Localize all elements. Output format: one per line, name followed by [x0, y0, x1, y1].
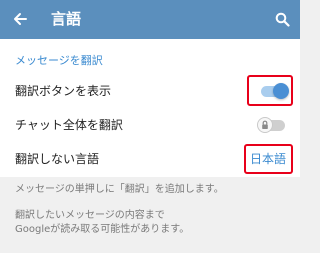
row-label: チャット全体を翻訳: [15, 118, 123, 132]
section-header: メッセージを翻訳: [15, 54, 103, 67]
footer-note-line: Googleが読み取る可能性があります。: [15, 224, 190, 235]
page-title: 言語: [51, 10, 82, 28]
show-translate-button-row[interactable]: 翻訳ボタンを表示: [0, 74, 300, 107]
row-label: 翻訳ボタンを表示: [15, 84, 112, 98]
back-button[interactable]: [9, 8, 31, 30]
arrow-left-icon: [14, 13, 27, 25]
footer-note-line: 翻訳したいメッセージの内容まで: [15, 210, 165, 221]
highlight-box: [247, 75, 293, 106]
toggle-thumb: [257, 117, 273, 133]
settings-card: メッセージを翻訳 翻訳ボタンを表示 チャット全体を翻訳 翻訳しない言語 日本語: [0, 39, 300, 177]
translate-entire-chat-row[interactable]: チャット全体を翻訳: [0, 108, 300, 141]
translate-chat-toggle[interactable]: [257, 116, 287, 134]
do-not-translate-language-row[interactable]: 翻訳しない言語 日本語: [0, 142, 300, 175]
search-button[interactable]: [271, 8, 293, 30]
app-bar: 言語: [0, 0, 300, 39]
highlight-box: [244, 144, 293, 174]
search-icon: [275, 12, 290, 27]
row-label: 翻訳しない言語: [15, 152, 100, 166]
lock-icon: [262, 120, 268, 129]
footer-note: メッセージの単押しに「翻訳」を追加します。: [15, 184, 224, 195]
